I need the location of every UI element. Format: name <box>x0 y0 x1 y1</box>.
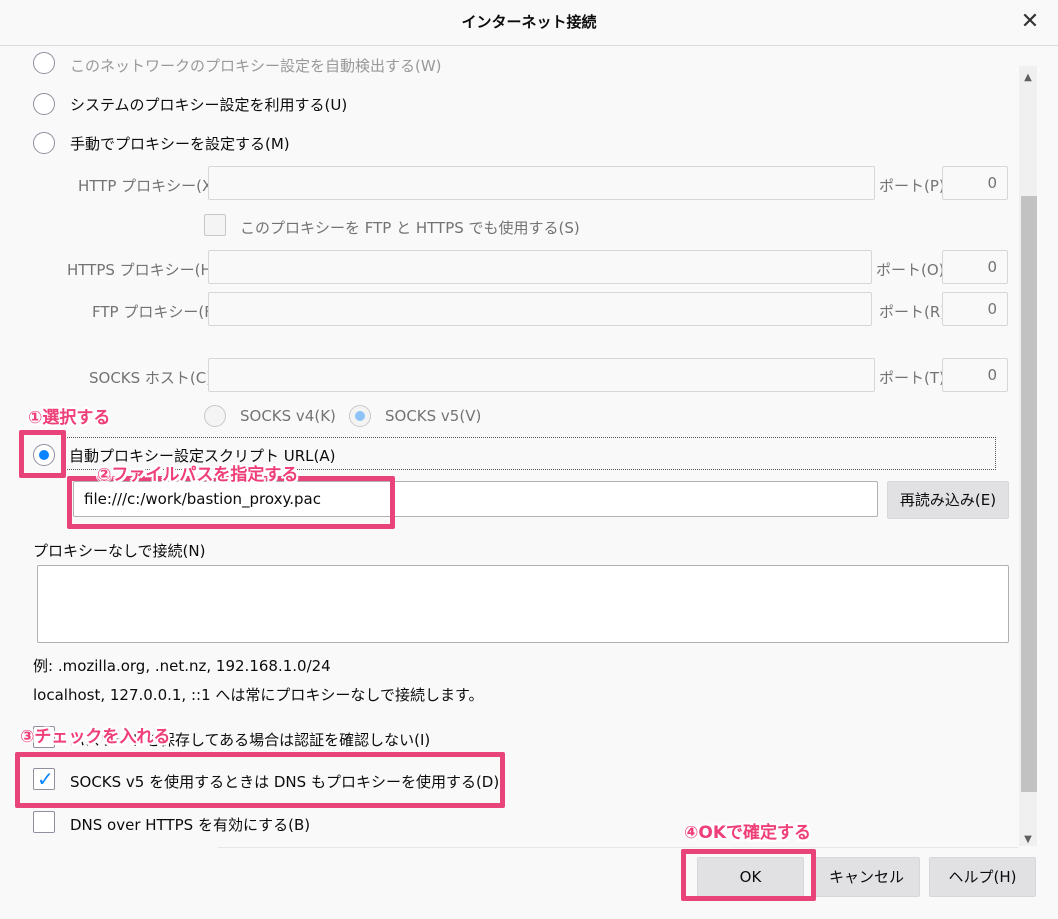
dialog-title: インターネット接続 <box>461 13 597 31</box>
annotation-step1: ①選択する <box>28 408 111 428</box>
socks-host-label: SOCKS ホスト(C) <box>89 369 213 387</box>
http-proxy-input[interactable] <box>208 166 875 200</box>
autodetect-label: このネットワークのプロキシー設定を自動検出する(W) <box>70 57 442 75</box>
no-proxy-example: 例: .mozilla.org, .net.nz, 192.168.1.0/24 <box>33 657 331 675</box>
socks-port-input[interactable]: 0 <box>942 358 1008 392</box>
annotation-box-1 <box>19 430 66 478</box>
https-port-label: ポート(O) <box>876 261 945 279</box>
ftp-port-input[interactable]: 0 <box>942 292 1008 326</box>
socks-port-label: ポート(T) <box>879 369 945 387</box>
doh-checkbox[interactable] <box>33 811 55 833</box>
socks-v4-radio[interactable] <box>204 405 226 427</box>
socks-v4-label: SOCKS v4(K) <box>240 407 336 425</box>
annotation-step2: ②ファイルパスを指定する <box>97 465 299 485</box>
no-proxy-label: プロキシーなしで接続(N) <box>33 542 206 560</box>
manual-proxy-radio[interactable] <box>33 132 55 154</box>
scroll-up-icon[interactable]: ▲ <box>1019 70 1037 86</box>
cancel-button[interactable]: キャンセル <box>813 857 920 897</box>
https-proxy-label: HTTPS プロキシー(H) <box>67 261 218 279</box>
socks-host-input[interactable] <box>208 358 875 392</box>
footer-divider <box>218 847 1018 848</box>
localhost-note: localhost, 127.0.0.1, ::1 へは常にプロキシーなしで接続… <box>33 686 484 704</box>
scrollbar-thumb[interactable] <box>1021 196 1037 792</box>
manual-proxy-label: 手動でプロキシーを設定する(M) <box>70 135 290 153</box>
no-proxy-textarea[interactable] <box>37 565 1009 643</box>
autodetect-radio[interactable] <box>33 52 55 74</box>
reload-button[interactable]: 再読み込み(E) <box>887 481 1009 519</box>
help-button[interactable]: ヘルプ(H) <box>929 857 1036 897</box>
socks-v5-label: SOCKS v5(V) <box>385 407 482 425</box>
system-proxy-radio[interactable] <box>33 93 55 115</box>
share-proxy-checkbox[interactable] <box>204 214 226 236</box>
share-proxy-label: このプロキシーを FTP と HTTPS でも使用する(S) <box>240 219 580 237</box>
annotation-box-3 <box>15 752 505 808</box>
ftp-proxy-input[interactable] <box>208 292 872 326</box>
ftp-port-label: ポート(R) <box>879 303 947 321</box>
socks-v5-radio[interactable] <box>349 405 371 427</box>
http-proxy-label: HTTP プロキシー(X) <box>78 177 219 195</box>
https-port-input[interactable]: 0 <box>942 250 1008 284</box>
http-port-input[interactable]: 0 <box>942 166 1008 200</box>
close-icon[interactable]: ✕ <box>1016 8 1044 36</box>
annotation-box-4 <box>681 849 816 901</box>
ftp-proxy-label: FTP プロキシー(F) <box>92 303 219 321</box>
https-proxy-input[interactable] <box>208 250 872 284</box>
system-proxy-label: システムのプロキシー設定を利用する(U) <box>70 96 348 114</box>
http-port-label: ポート(P) <box>879 177 945 195</box>
doh-label: DNS over HTTPS を有効にする(B) <box>70 816 311 834</box>
annotation-step3: ③チェックを入れる <box>20 727 171 747</box>
annotation-step4: ④OKで確定する <box>684 823 812 843</box>
